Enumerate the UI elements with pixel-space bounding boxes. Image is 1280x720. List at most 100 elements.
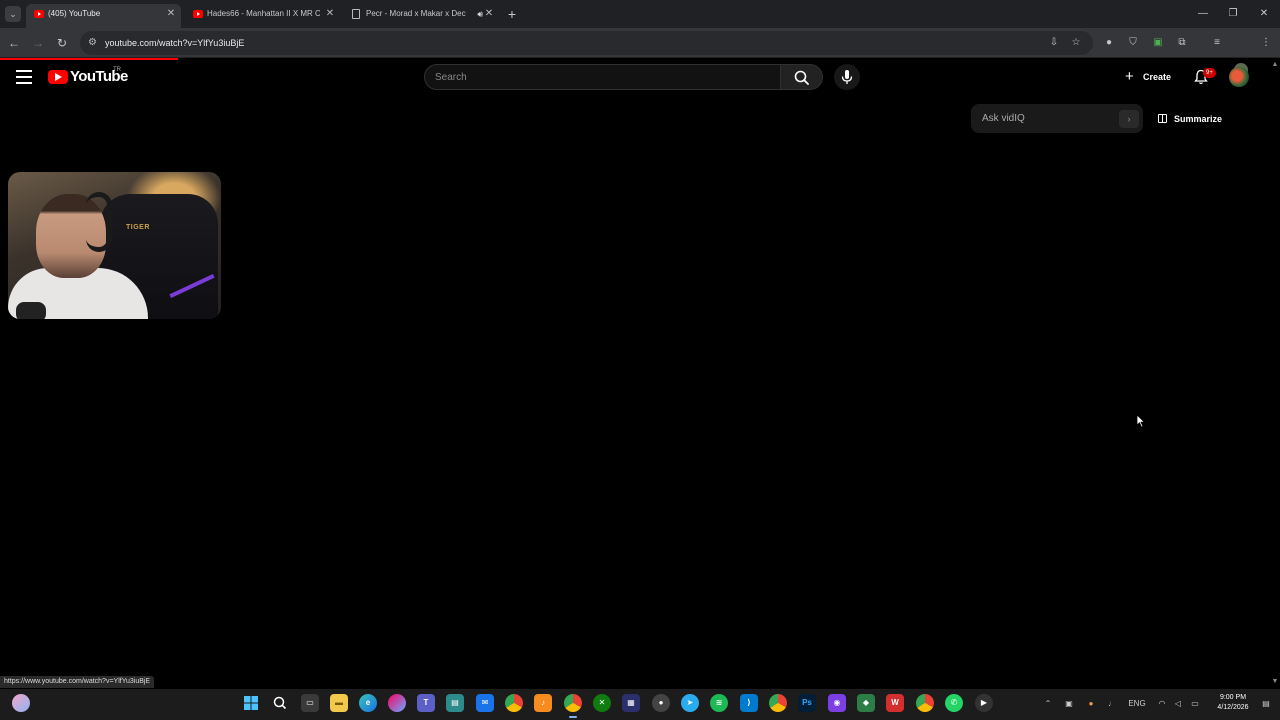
app-icon-green[interactable]: ◆: [857, 694, 875, 712]
tab-pecr[interactable]: Pecr - Morad x Makar x Dec 🔊︎ ✕: [344, 4, 499, 28]
browser-toolbar: ← → ↻ ⚙︎ youtube.com/watch?v=YlfYu3iuBjE…: [0, 28, 1280, 77]
chrome-active-icon[interactable]: [564, 694, 582, 712]
photoshop-icon[interactable]: Ps: [798, 694, 816, 712]
create-button[interactable]: + Create: [1120, 66, 1178, 88]
clock-time: 9:00 PM: [1219, 694, 1247, 701]
guide-menu-icon[interactable]: [16, 70, 32, 84]
teams-icon[interactable]: T: [417, 694, 435, 712]
chrome-icon[interactable]: [769, 694, 787, 712]
extensions-puzzle-icon[interactable]: ⧉: [1175, 36, 1189, 50]
scroll-down-arrow-icon[interactable]: ▼: [1270, 677, 1280, 687]
taskbar-clock[interactable]: 9:00 PM 4/12/2026: [1208, 693, 1258, 713]
media-player-icon[interactable]: ▶: [975, 694, 993, 712]
region-code: TR: [113, 67, 121, 73]
site-info-icon[interactable]: ⚙︎: [88, 37, 100, 49]
youtube-play-logo-icon: [48, 70, 68, 84]
search-icon: [794, 70, 809, 85]
tab-youtube[interactable]: (405) YouTube ✕: [26, 4, 181, 28]
tab-label: Hades66 - Manhattan II X MR C: [207, 9, 320, 18]
app-icon-purple[interactable]: ◉: [828, 694, 846, 712]
forward-arrow-icon[interactable]: →: [29, 34, 47, 52]
install-app-icon[interactable]: ⇩: [1047, 36, 1061, 50]
page-favicon-icon: [352, 9, 360, 19]
store-app-icon[interactable]: ▤: [446, 694, 464, 712]
minimize-icon[interactable]: —: [1193, 5, 1213, 23]
volume-icon[interactable]: ◁: [1172, 697, 1184, 711]
tab-label: (405) YouTube: [48, 9, 101, 18]
edge-browser-icon[interactable]: e: [359, 694, 377, 712]
search-box[interactable]: [424, 64, 781, 90]
tray-app-icon[interactable]: ▣: [1063, 697, 1075, 711]
shield-extension-icon[interactable]: ⛉: [1126, 36, 1140, 50]
close-tab-icon[interactable]: ✕: [483, 4, 495, 24]
mouse-cursor-icon: [1136, 414, 1146, 428]
notification-center-icon[interactable]: ▤: [1260, 697, 1272, 711]
vidiq-extension-icon[interactable]: ▣: [1151, 36, 1165, 50]
search-input[interactable]: [435, 65, 765, 89]
scroll-up-arrow-icon[interactable]: ▲: [1270, 60, 1280, 70]
xbox-icon[interactable]: ✕: [593, 694, 611, 712]
tab-label: Pecr - Morad x Makar x Dec: [366, 9, 466, 18]
search-button[interactable]: [781, 64, 823, 90]
close-tab-icon[interactable]: ✕: [324, 4, 336, 24]
weather-widget-icon[interactable]: [12, 694, 30, 712]
youtube-favicon-icon: [193, 10, 203, 18]
chrome-profile-icon[interactable]: [505, 694, 523, 712]
wps-office-icon[interactable]: W: [886, 694, 904, 712]
wifi-icon[interactable]: ◠: [1156, 697, 1168, 711]
webcam-video-overlay: TIGER: [8, 172, 221, 319]
vscode-icon[interactable]: ⟩: [740, 694, 758, 712]
close-window-icon[interactable]: ✕: [1254, 5, 1274, 23]
discord-icon[interactable]: ●: [652, 694, 670, 712]
telegram-icon[interactable]: ➤: [681, 694, 699, 712]
battery-icon[interactable]: ▭: [1188, 697, 1202, 711]
taskbar-search-button[interactable]: [271, 694, 289, 712]
copilot-icon[interactable]: [388, 694, 406, 712]
close-tab-icon[interactable]: ✕: [165, 4, 177, 24]
browser-menu-icon[interactable]: ⋮: [1259, 36, 1273, 50]
create-label: Create: [1143, 72, 1172, 82]
new-tab-button[interactable]: +: [505, 5, 519, 23]
extension-circle-icon[interactable]: ●: [1102, 36, 1116, 50]
tab-search-icon[interactable]: ⌄: [5, 6, 21, 22]
ask-vidiq-send-icon[interactable]: ›: [1119, 110, 1139, 128]
clock-date: 4/12/2026: [1217, 704, 1249, 711]
browser-tab-strip: ⌄ (405) YouTube ✕ Hades66 - Manhattan II…: [0, 0, 1280, 28]
url-text: youtube.com/watch?v=YlfYu3iuBjE: [105, 38, 245, 48]
bookmark-star-icon[interactable]: ☆: [1069, 36, 1083, 50]
back-arrow-icon[interactable]: ←: [5, 34, 23, 52]
game-launcher-icon[interactable]: ▦: [622, 694, 640, 712]
book-icon: [1158, 114, 1167, 123]
whatsapp-icon[interactable]: ✆: [945, 694, 963, 712]
search-icon: [273, 696, 287, 710]
notification-count-badge: 9+: [1203, 68, 1216, 78]
microphone-tray-icon[interactable]: ♩: [1107, 697, 1117, 711]
account-avatar[interactable]: [1229, 67, 1249, 87]
ask-vidiq-box[interactable]: [971, 104, 1143, 133]
youtube-favicon-icon: [34, 10, 44, 18]
address-bar[interactable]: ⚙︎ youtube.com/watch?v=YlfYu3iuBjE: [80, 31, 1093, 55]
voice-search-button[interactable]: [834, 64, 860, 90]
desk-microphone: [16, 302, 46, 319]
windows-logo-icon: [244, 696, 258, 710]
task-view-icon[interactable]: ▭: [301, 694, 319, 712]
mail-app-icon[interactable]: ✉︎: [476, 694, 494, 712]
restore-icon[interactable]: ❐: [1223, 5, 1243, 23]
tray-app-alt-icon[interactable]: ●: [1085, 697, 1097, 711]
spotify-icon[interactable]: ≋: [710, 694, 728, 712]
media-controls-icon[interactable]: ≡: [1210, 36, 1224, 50]
language-indicator[interactable]: ENG: [1125, 697, 1149, 711]
reload-icon[interactable]: ↻: [53, 34, 71, 52]
headset: [86, 192, 112, 252]
ask-vidiq-input[interactable]: [982, 104, 1112, 133]
plus-icon: +: [1125, 68, 1134, 85]
file-explorer-icon[interactable]: ▬: [330, 694, 348, 712]
microphone-icon: [841, 70, 853, 84]
chrome-alt-icon[interactable]: [916, 694, 934, 712]
tab-hades66[interactable]: Hades66 - Manhattan II X MR C ✕: [185, 4, 340, 28]
start-button[interactable]: [242, 694, 260, 712]
page-loading-progress: [0, 58, 178, 60]
chair-brand-text: TIGER: [126, 224, 150, 231]
fl-studio-icon[interactable]: ♪: [534, 694, 552, 712]
show-hidden-icons-icon[interactable]: ⌃: [1043, 697, 1053, 711]
